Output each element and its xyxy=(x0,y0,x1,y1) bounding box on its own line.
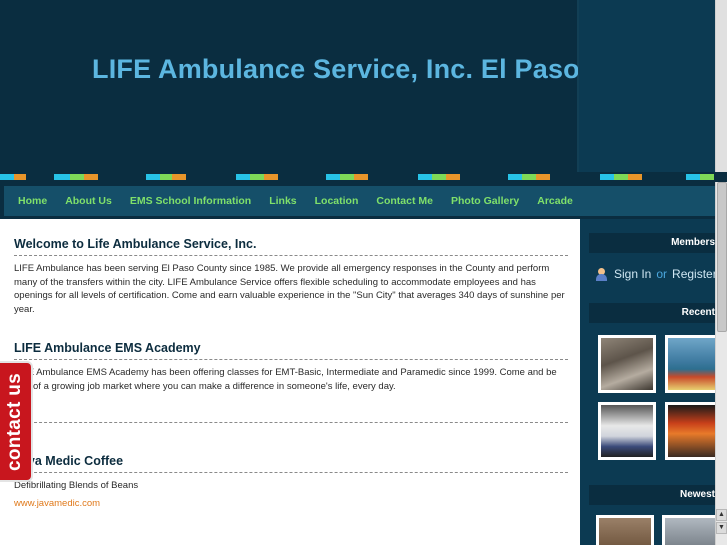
header-divider xyxy=(577,0,579,172)
user-icon xyxy=(595,267,608,281)
nav-contact-me[interactable]: Contact Me xyxy=(376,195,433,207)
scroll-up-button[interactable]: ▲ xyxy=(716,509,727,521)
newest-member-2[interactable] xyxy=(662,515,715,545)
academy-body: LIFE Ambulance EMS Academy has been offe… xyxy=(14,367,557,392)
color-stripe xyxy=(0,172,727,182)
site-header: LIFE Ambulance Service, Inc. El Paso xyxy=(0,0,727,172)
sidebar: Members Sign In or Register Recent Newes… xyxy=(580,219,715,545)
coffee-heading: Java Medic Coffee xyxy=(14,454,568,473)
signin-row: Sign In or Register xyxy=(595,267,715,281)
academy-heading: LIFE Ambulance EMS Academy xyxy=(14,341,568,360)
coffee-body: Defibrillating Blends of Beans xyxy=(14,480,139,491)
nav-arcade[interactable]: Arcade xyxy=(537,195,573,207)
contact-us-label: contact us xyxy=(4,372,26,471)
recent-photo-2[interactable] xyxy=(665,335,715,393)
welcome-heading: Welcome to Life Ambulance Service, Inc. xyxy=(14,237,568,256)
contact-us-tab[interactable]: contact us xyxy=(0,361,33,482)
header-art xyxy=(578,0,727,172)
section-divider xyxy=(14,422,568,423)
recent-photo-3[interactable] xyxy=(598,402,656,460)
scroll-down-button[interactable]: ▼ xyxy=(716,522,727,534)
recent-photo-1[interactable] xyxy=(598,335,656,393)
site-title[interactable]: LIFE Ambulance Service, Inc. El Paso xyxy=(92,54,578,85)
coffee-section: Java Medic Coffee Defibrillating Blends … xyxy=(14,454,568,511)
main-content: Welcome to Life Ambulance Service, Inc. … xyxy=(0,219,580,545)
register-link[interactable]: Register xyxy=(672,267,715,281)
nav-photo-gallery[interactable]: Photo Gallery xyxy=(451,195,519,207)
nav-bar: Home About Us EMS School Information Lin… xyxy=(4,186,720,216)
nav-home[interactable]: Home xyxy=(18,195,47,207)
or-text: or xyxy=(656,267,668,281)
scrollbar-thumb[interactable] xyxy=(717,182,727,332)
recent-photo-4[interactable] xyxy=(665,402,715,460)
newest-heading: Newest xyxy=(589,485,715,505)
newest-member-1[interactable] xyxy=(596,515,654,545)
nav-about-us[interactable]: About Us xyxy=(65,195,112,207)
welcome-body: LIFE Ambulance has been serving El Paso … xyxy=(14,263,565,315)
main-nav: Home About Us EMS School Information Lin… xyxy=(0,182,727,219)
coffee-link[interactable]: www.javamedic.com xyxy=(14,498,100,509)
nav-ems-school-information[interactable]: EMS School Information xyxy=(130,195,251,207)
page-scrollbar-track[interactable] xyxy=(715,0,727,182)
page-scrollbar[interactable]: ▲ ▼ xyxy=(715,182,727,545)
nav-links[interactable]: Links xyxy=(269,195,296,207)
welcome-section: Welcome to Life Ambulance Service, Inc. … xyxy=(14,237,568,316)
recent-heading: Recent xyxy=(589,303,715,323)
academy-section: LIFE Ambulance EMS Academy LIFE Ambulanc… xyxy=(14,341,568,393)
nav-location[interactable]: Location xyxy=(315,195,359,207)
members-heading: Members xyxy=(589,233,715,253)
sign-in-link[interactable]: Sign In xyxy=(614,267,651,281)
